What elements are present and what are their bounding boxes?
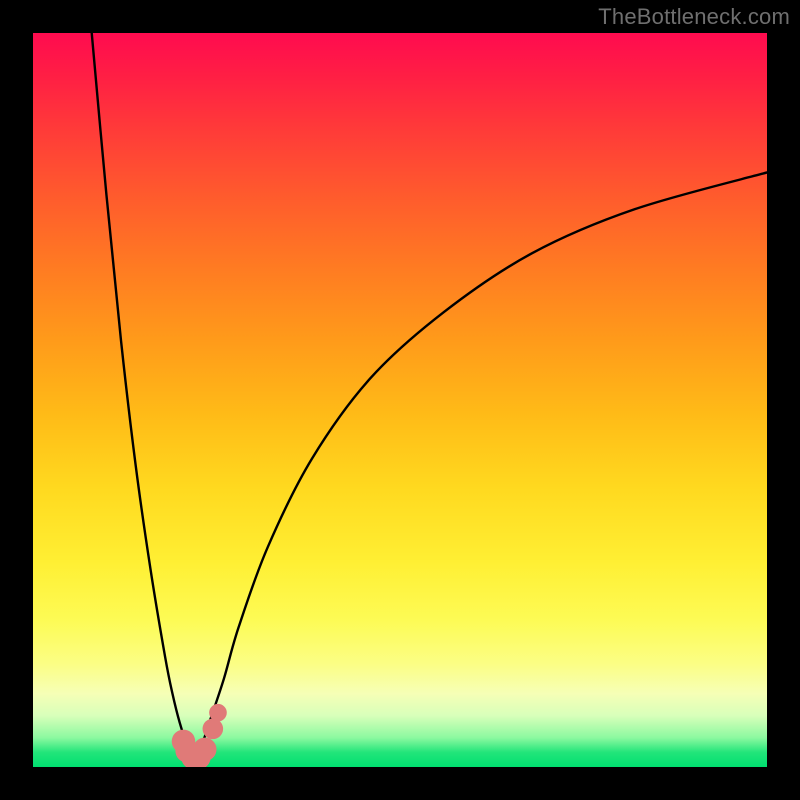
trough-marker [203,719,224,740]
chart-svg [33,33,767,767]
watermark-text: TheBottleneck.com [598,4,790,30]
curve-right-branch [194,172,767,759]
trough-marker [209,704,227,722]
trough-markers [172,704,227,767]
chart-plot-area [33,33,767,767]
trough-marker [193,738,216,761]
chart-frame: TheBottleneck.com [0,0,800,800]
curve-left-branch [92,33,195,760]
